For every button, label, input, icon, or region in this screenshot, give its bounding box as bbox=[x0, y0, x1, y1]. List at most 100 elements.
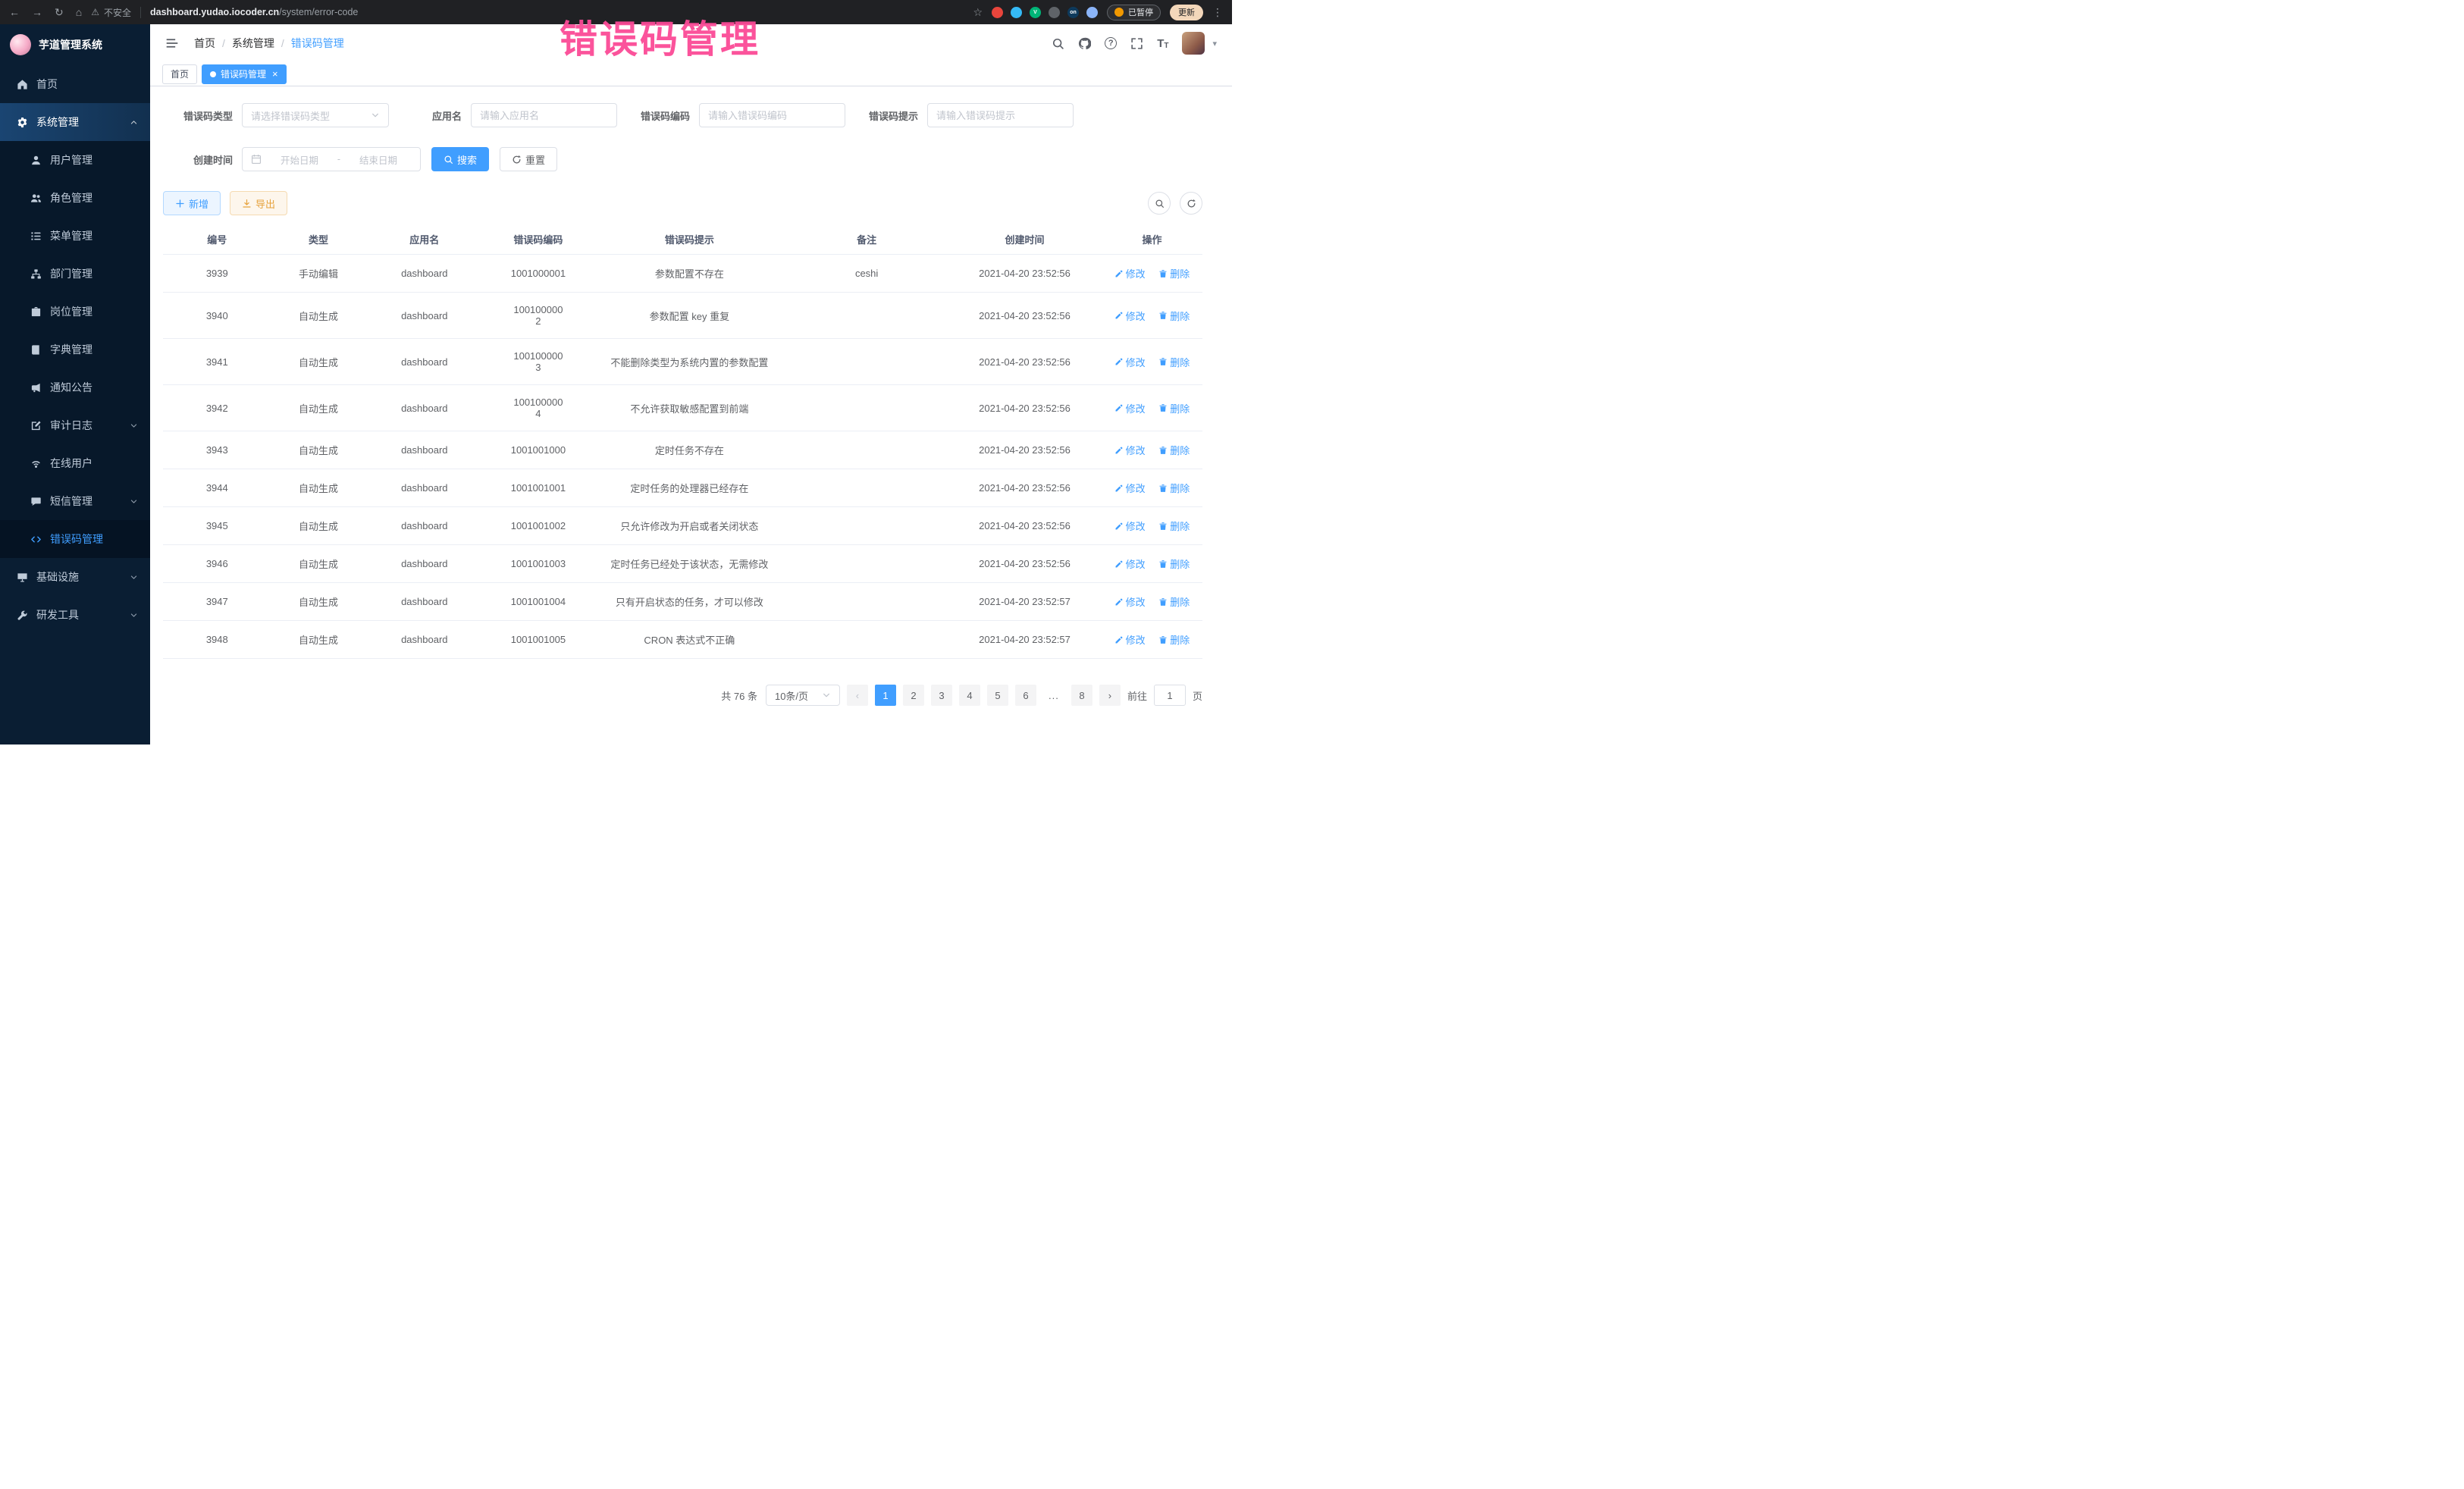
page-button[interactable]: 6 bbox=[1015, 685, 1036, 706]
delete-link[interactable]: 删除 bbox=[1158, 309, 1190, 323]
export-button[interactable]: 导出 bbox=[230, 191, 287, 215]
tab-home[interactable]: 首页 bbox=[162, 64, 197, 84]
edit-link[interactable]: 修改 bbox=[1114, 632, 1146, 647]
error-hint-input[interactable] bbox=[936, 110, 1064, 121]
page-button[interactable]: 5 bbox=[987, 685, 1008, 706]
page-button[interactable]: 4 bbox=[959, 685, 980, 706]
url-bar[interactable]: dashboard.yudao.iocoder.cn/system/error-… bbox=[150, 7, 358, 17]
edit-link[interactable]: 修改 bbox=[1114, 481, 1146, 495]
app-title: 芋道管理系统 bbox=[39, 37, 102, 52]
forward-button[interactable]: → bbox=[32, 7, 42, 17]
sidebar-menu: 首页 系统管理 用户管理 角色管理 bbox=[0, 65, 150, 634]
search-button[interactable]: 搜索 bbox=[431, 147, 489, 171]
delete-link[interactable]: 删除 bbox=[1158, 481, 1190, 495]
total-count: 共 76 条 bbox=[721, 688, 757, 703]
profile-chip[interactable]: 已暂停 bbox=[1107, 5, 1161, 20]
cell-actions: 修改 删除 bbox=[1102, 339, 1202, 385]
delete-link[interactable]: 删除 bbox=[1158, 556, 1190, 571]
extension-icon[interactable] bbox=[1086, 7, 1098, 18]
delete-link[interactable]: 删除 bbox=[1158, 519, 1190, 533]
sidebar-item[interactable]: 用户管理 bbox=[0, 141, 150, 179]
user-avatar[interactable] bbox=[1182, 32, 1205, 55]
delete-link[interactable]: 删除 bbox=[1158, 355, 1190, 369]
page-button[interactable]: ... bbox=[1043, 685, 1064, 706]
refresh-table-button[interactable] bbox=[1180, 192, 1202, 215]
tab-close-icon[interactable]: × bbox=[272, 68, 278, 80]
delete-link[interactable]: 删除 bbox=[1158, 266, 1190, 281]
cell-code: 1001001000 bbox=[483, 431, 593, 469]
browser-menu-icon[interactable]: ⋮ bbox=[1212, 7, 1223, 17]
github-icon[interactable] bbox=[1078, 37, 1091, 50]
reload-button[interactable]: ↻ bbox=[55, 7, 64, 17]
edit-link[interactable]: 修改 bbox=[1114, 443, 1146, 457]
prev-page-button[interactable]: ‹ bbox=[847, 685, 868, 706]
bookmark-star-icon[interactable]: ☆ bbox=[973, 7, 983, 17]
extension-icon[interactable] bbox=[1011, 7, 1022, 18]
breadcrumb-home[interactable]: 首页 bbox=[194, 36, 215, 51]
sidebar-item[interactable]: 部门管理 bbox=[0, 255, 150, 293]
delete-link[interactable]: 删除 bbox=[1158, 443, 1190, 457]
cell-actions: 修改 删除 bbox=[1102, 545, 1202, 583]
hamburger-icon[interactable] bbox=[165, 36, 179, 50]
extension-icon[interactable] bbox=[992, 7, 1003, 18]
delete-link[interactable]: 删除 bbox=[1158, 632, 1190, 647]
cell-time: 2021-04-20 23:52:56 bbox=[948, 339, 1102, 385]
sidebar-item[interactable]: 基础设施 bbox=[0, 558, 150, 596]
update-button[interactable]: 更新 bbox=[1170, 5, 1203, 20]
sidebar-item[interactable]: 字典管理 bbox=[0, 331, 150, 368]
sidebar-item[interactable]: 角色管理 bbox=[0, 179, 150, 217]
toggle-search-button[interactable] bbox=[1148, 192, 1171, 215]
extension-icon[interactable]: V bbox=[1030, 7, 1041, 18]
sidebar-item[interactable]: 系统管理 bbox=[0, 103, 150, 141]
cell-time: 2021-04-20 23:52:56 bbox=[948, 507, 1102, 545]
cell-hint: 定时任务的处理器已经存在 bbox=[594, 469, 786, 507]
error-code-input[interactable] bbox=[708, 110, 836, 121]
add-button[interactable]: 新增 bbox=[163, 191, 221, 215]
error-type-select[interactable]: 请选择错误码类型 bbox=[242, 103, 389, 127]
search-icon[interactable] bbox=[1052, 37, 1064, 50]
edit-link[interactable]: 修改 bbox=[1114, 594, 1146, 609]
edit-link[interactable]: 修改 bbox=[1114, 519, 1146, 533]
back-button[interactable]: ← bbox=[9, 7, 20, 17]
sidebar-item[interactable]: 首页 bbox=[0, 65, 150, 103]
extension-icon[interactable]: on bbox=[1067, 7, 1079, 18]
sidebar-item[interactable]: 在线用户 bbox=[0, 444, 150, 482]
page-size-select[interactable]: 10条/页 bbox=[766, 685, 840, 706]
edit-link[interactable]: 修改 bbox=[1114, 401, 1146, 415]
sidebar-item[interactable]: 短信管理 bbox=[0, 482, 150, 520]
goto-page-input[interactable] bbox=[1154, 685, 1186, 706]
reset-button[interactable]: 重置 bbox=[500, 147, 557, 171]
security-badge[interactable]: ⚠ 不安全 bbox=[91, 6, 131, 19]
page-button[interactable]: 3 bbox=[931, 685, 952, 706]
app-name-input[interactable] bbox=[480, 110, 608, 121]
edit-link[interactable]: 修改 bbox=[1114, 355, 1146, 369]
delete-link[interactable]: 删除 bbox=[1158, 401, 1190, 415]
sidebar-item[interactable]: 审计日志 bbox=[0, 406, 150, 444]
delete-link[interactable]: 删除 bbox=[1158, 594, 1190, 609]
breadcrumb-system[interactable]: 系统管理 bbox=[232, 36, 274, 51]
help-icon[interactable]: ? bbox=[1105, 37, 1117, 49]
sidebar-item[interactable]: 菜单管理 bbox=[0, 217, 150, 255]
next-page-button[interactable]: › bbox=[1099, 685, 1121, 706]
avatar-caret-icon[interactable]: ▾ bbox=[1212, 39, 1217, 49]
page-button[interactable]: 1 bbox=[875, 685, 896, 706]
sidebar-item[interactable]: 错误码管理 bbox=[0, 520, 150, 558]
page-size-value: 10条/页 bbox=[775, 688, 808, 703]
font-size-icon[interactable]: TT bbox=[1157, 37, 1168, 50]
sidebar-item[interactable]: 研发工具 bbox=[0, 596, 150, 634]
page-button[interactable]: 2 bbox=[903, 685, 924, 706]
browser-home-button[interactable]: ⌂ bbox=[76, 7, 82, 17]
sidebar-item[interactable]: 岗位管理 bbox=[0, 293, 150, 331]
edit-link[interactable]: 修改 bbox=[1114, 266, 1146, 281]
date-range-picker[interactable]: 开始日期 - 结束日期 bbox=[242, 147, 421, 171]
sidebar-item[interactable]: 通知公告 bbox=[0, 368, 150, 406]
calendar-icon bbox=[251, 154, 262, 165]
table-toolbar: 新增 导出 bbox=[163, 191, 1202, 215]
extension-icon[interactable] bbox=[1049, 7, 1060, 18]
edit-link[interactable]: 修改 bbox=[1114, 309, 1146, 323]
tab-error-code[interactable]: 错误码管理 × bbox=[202, 64, 287, 84]
fullscreen-icon[interactable] bbox=[1130, 37, 1143, 50]
page-button[interactable]: 8 bbox=[1071, 685, 1092, 706]
edit-link[interactable]: 修改 bbox=[1114, 556, 1146, 571]
cell-type: 自动生成 bbox=[271, 385, 366, 431]
